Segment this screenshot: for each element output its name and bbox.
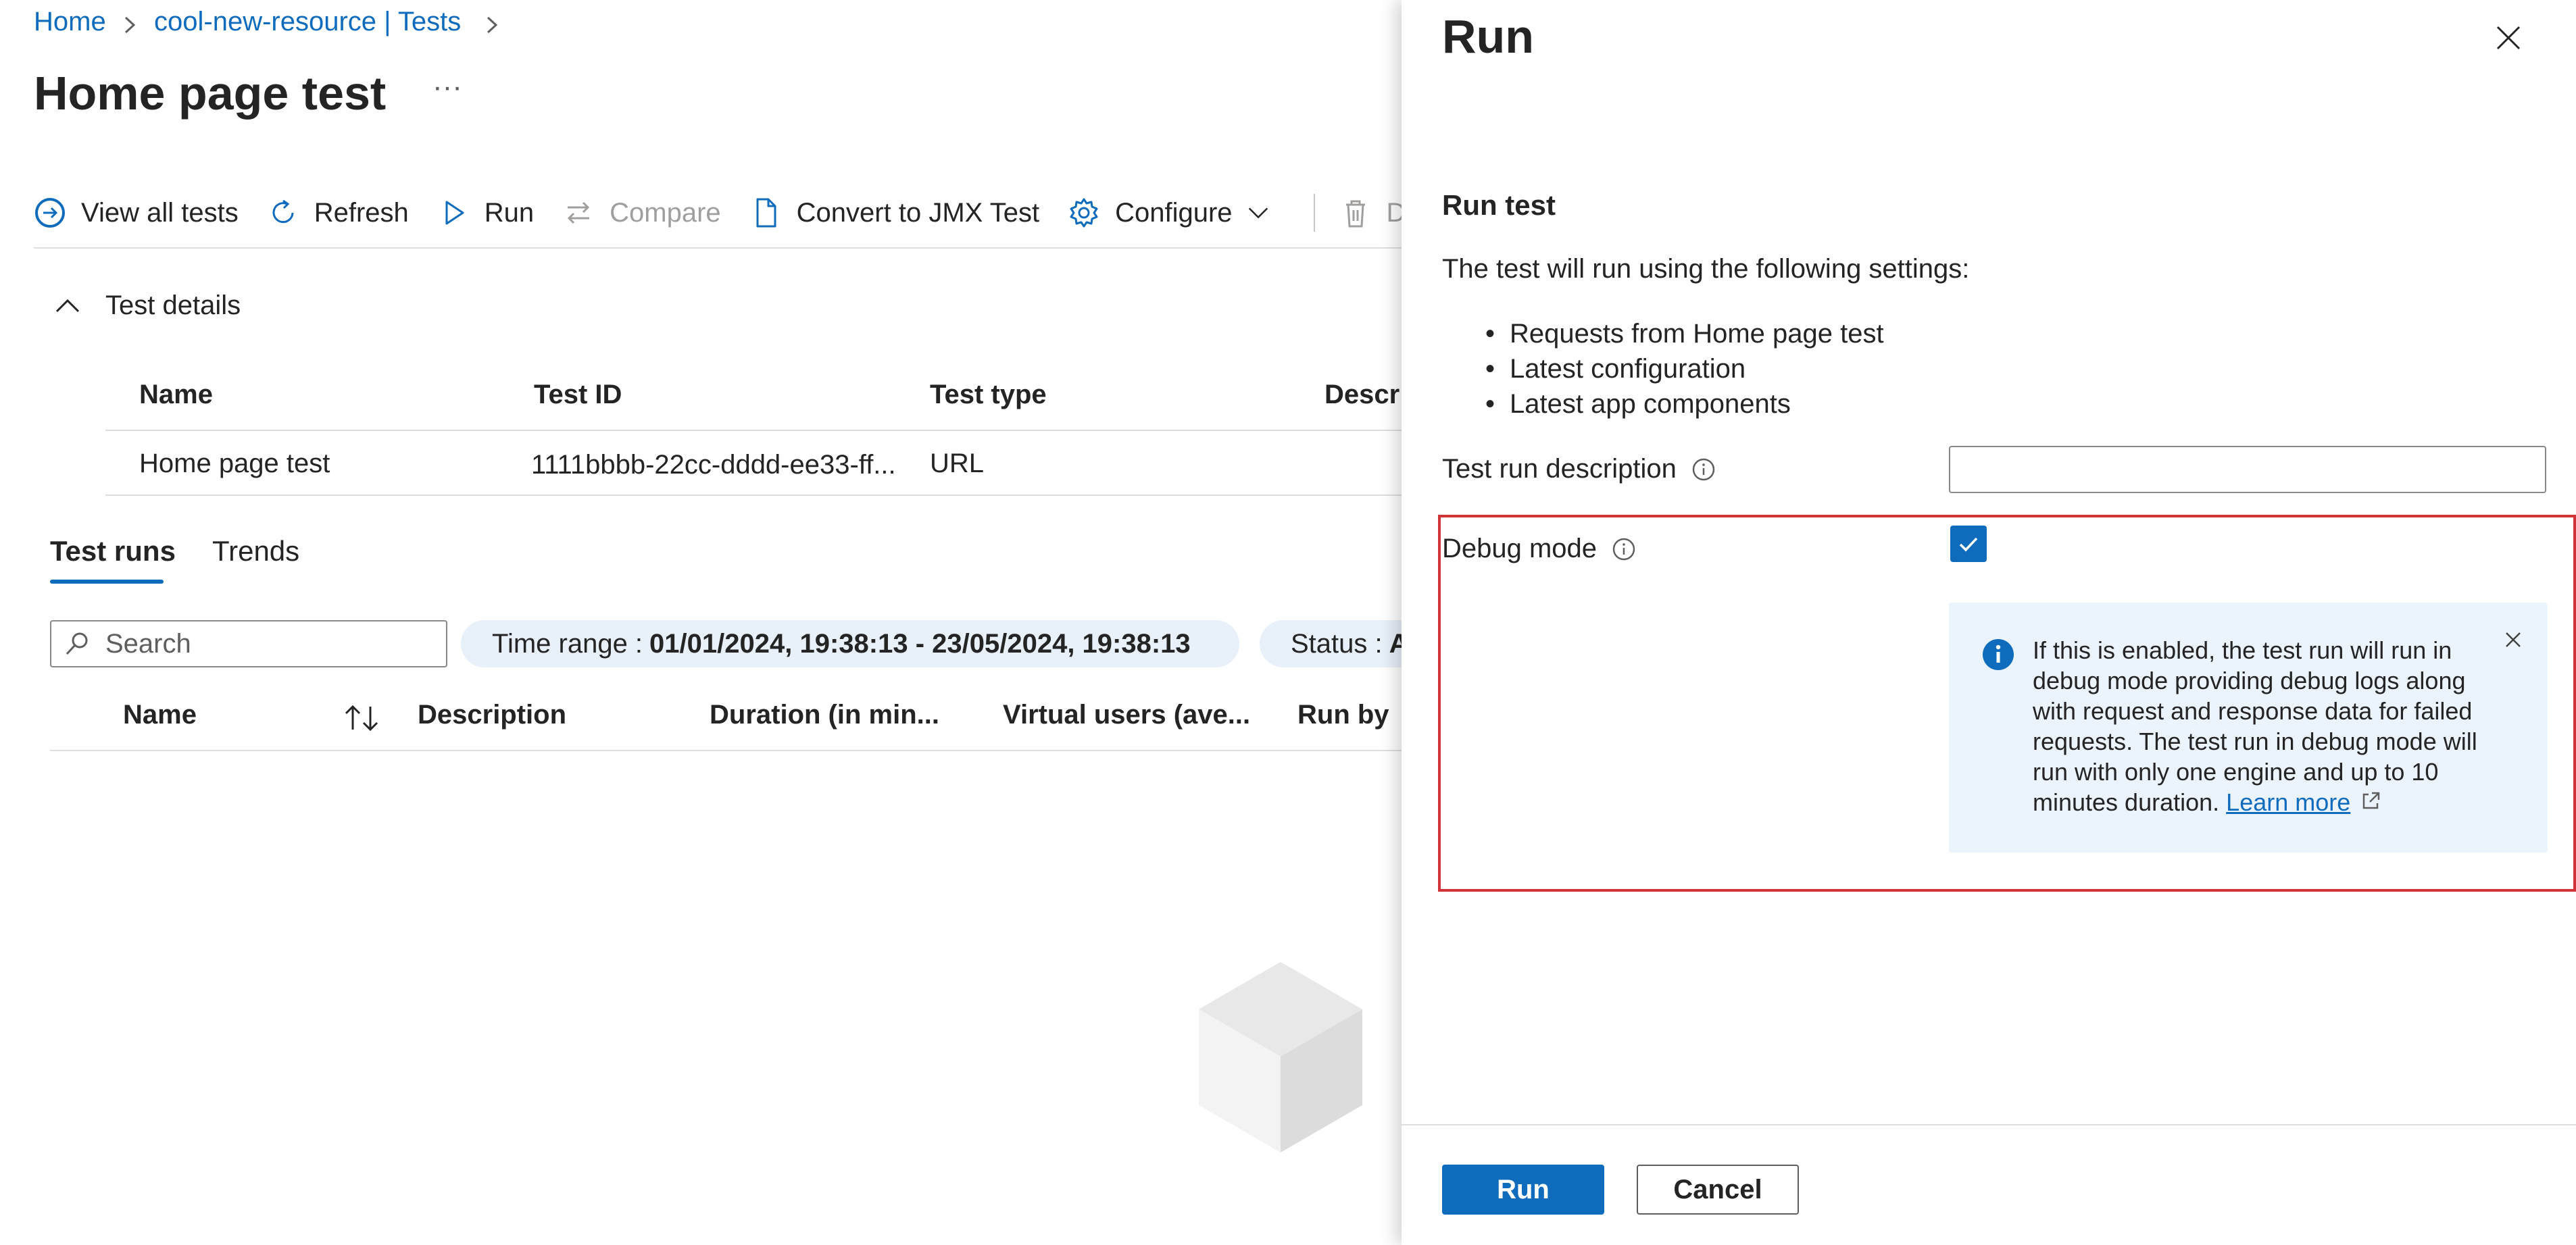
arrow-circle-icon <box>35 198 65 228</box>
column-header-test-id: Test ID <box>534 380 622 409</box>
run-panel: Run Run test The test will run using the… <box>1402 0 2576 1245</box>
test-details-title: Test details <box>105 290 241 320</box>
play-icon <box>445 201 464 225</box>
run-test-heading: Run test <box>1442 189 1556 221</box>
info-icon[interactable] <box>1691 457 1716 482</box>
page-title: Home page test <box>34 67 387 120</box>
cell-name: Home page test <box>139 449 330 478</box>
compare-button[interactable]: Compare <box>562 197 721 229</box>
test-run-description-input[interactable] <box>1949 446 2546 493</box>
column-header-duration: Duration (in min... <box>710 700 939 730</box>
trash-icon <box>1345 200 1365 228</box>
close-icon[interactable] <box>2490 19 2527 57</box>
convert-jmx-button[interactable]: Convert to JMX Test <box>749 197 1039 229</box>
info-filled-icon <box>1983 639 2014 670</box>
chevron-down-icon <box>1248 207 1268 219</box>
document-icon <box>756 198 776 228</box>
toolbar-divider <box>1313 194 1315 232</box>
panel-title: Run <box>1442 10 1535 63</box>
view-all-tests-label: View all tests <box>81 197 239 228</box>
more-options-button[interactable]: ··· <box>432 70 462 104</box>
refresh-button[interactable]: Refresh <box>267 197 409 229</box>
time-range-value: 01/01/2024, 19:38:13 - 23/05/2024, 19:38… <box>649 628 1191 659</box>
table-divider <box>105 430 1403 431</box>
debug-mode-label: Debug mode <box>1442 534 1636 564</box>
dismiss-icon[interactable] <box>2502 628 2525 651</box>
configure-label: Configure <box>1115 197 1233 228</box>
tab-trends[interactable]: Trends <box>212 535 299 567</box>
refresh-label: Refresh <box>314 197 409 228</box>
toolbar-divider-line <box>34 247 1406 249</box>
convert-jmx-label: Convert to JMX Test <box>796 197 1040 228</box>
table-divider <box>50 750 1408 751</box>
sort-icon[interactable] <box>343 703 381 734</box>
column-header-name: Name <box>123 700 197 730</box>
search-placeholder: Search <box>105 628 191 659</box>
time-range-label: Time range : <box>492 628 643 659</box>
debug-info-message: If this is enabled, the test run will ru… <box>1949 603 2548 853</box>
tab-test-runs[interactable]: Test runs <box>50 535 176 567</box>
table-divider <box>105 494 1403 496</box>
list-item: Requests from Home page test <box>1485 316 1884 351</box>
footer-divider <box>1402 1124 2576 1125</box>
tab-selected-indicator <box>50 580 164 584</box>
status-label: Status : <box>1291 628 1383 659</box>
settings-list: Requests from Home page test Latest conf… <box>1485 316 1884 422</box>
column-header-virtual-users: Virtual users (ave... <box>1003 700 1251 730</box>
column-header-test-type: Test type <box>930 380 1047 409</box>
view-all-tests-button[interactable]: View all tests <box>34 197 239 229</box>
search-input[interactable]: Search <box>50 620 447 667</box>
chevron-up-icon <box>55 299 80 312</box>
list-item: Latest configuration <box>1485 351 1884 386</box>
search-icon <box>66 632 88 655</box>
test-details-toggle[interactable]: Test details <box>54 290 241 321</box>
cell-test-id: 1111bbbb-22cc-dddd-ee33-ff... <box>531 450 896 480</box>
run-toolbar-label: Run <box>484 197 535 228</box>
chevron-right-icon <box>124 16 136 34</box>
run-toolbar-button[interactable]: Run <box>437 197 534 229</box>
compare-label: Compare <box>610 197 721 228</box>
column-header-run-by: Run by <box>1297 700 1389 730</box>
gear-icon <box>1070 198 1098 228</box>
column-header-description: Description <box>418 700 567 730</box>
compare-arrows-icon <box>568 201 590 224</box>
run-test-intro: The test will run using the following se… <box>1442 254 1970 284</box>
test-run-description-label: Test run description <box>1442 454 1716 484</box>
run-button[interactable]: Run <box>1442 1165 1604 1215</box>
test-run-description-text: Test run description <box>1442 454 1677 484</box>
list-item: Latest app components <box>1485 386 1884 422</box>
cell-test-type: URL <box>930 449 985 478</box>
column-header-name: Name <box>139 380 213 409</box>
debug-info-text: If this is enabled, the test run will ru… <box>2033 635 2492 817</box>
info-icon[interactable] <box>1612 537 1636 561</box>
refresh-icon <box>272 199 294 224</box>
breadcrumb-resource[interactable]: cool-new-resource | Tests <box>154 7 461 37</box>
debug-mode-text: Debug mode <box>1442 534 1597 563</box>
empty-state-cube-icon <box>1199 962 1362 1152</box>
time-range-filter[interactable]: Time range : 01/01/2024, 19:38:13 - 23/0… <box>461 620 1239 667</box>
learn-more-link[interactable]: Learn more <box>2226 788 2350 816</box>
debug-mode-checkbox[interactable] <box>1950 526 1987 562</box>
delete-button[interactable]: D <box>1339 197 1406 229</box>
cancel-button[interactable]: Cancel <box>1637 1165 1799 1215</box>
toolbar: View all tests Refresh Run Compare Conve… <box>34 189 1434 236</box>
column-header-description: Descri <box>1324 380 1408 409</box>
external-link-icon <box>2363 792 2380 809</box>
chevron-right-icon <box>487 16 498 34</box>
breadcrumb-home[interactable]: Home <box>34 7 106 37</box>
configure-dropdown[interactable]: Configure <box>1068 197 1271 229</box>
checkmark-icon <box>1959 537 1978 552</box>
